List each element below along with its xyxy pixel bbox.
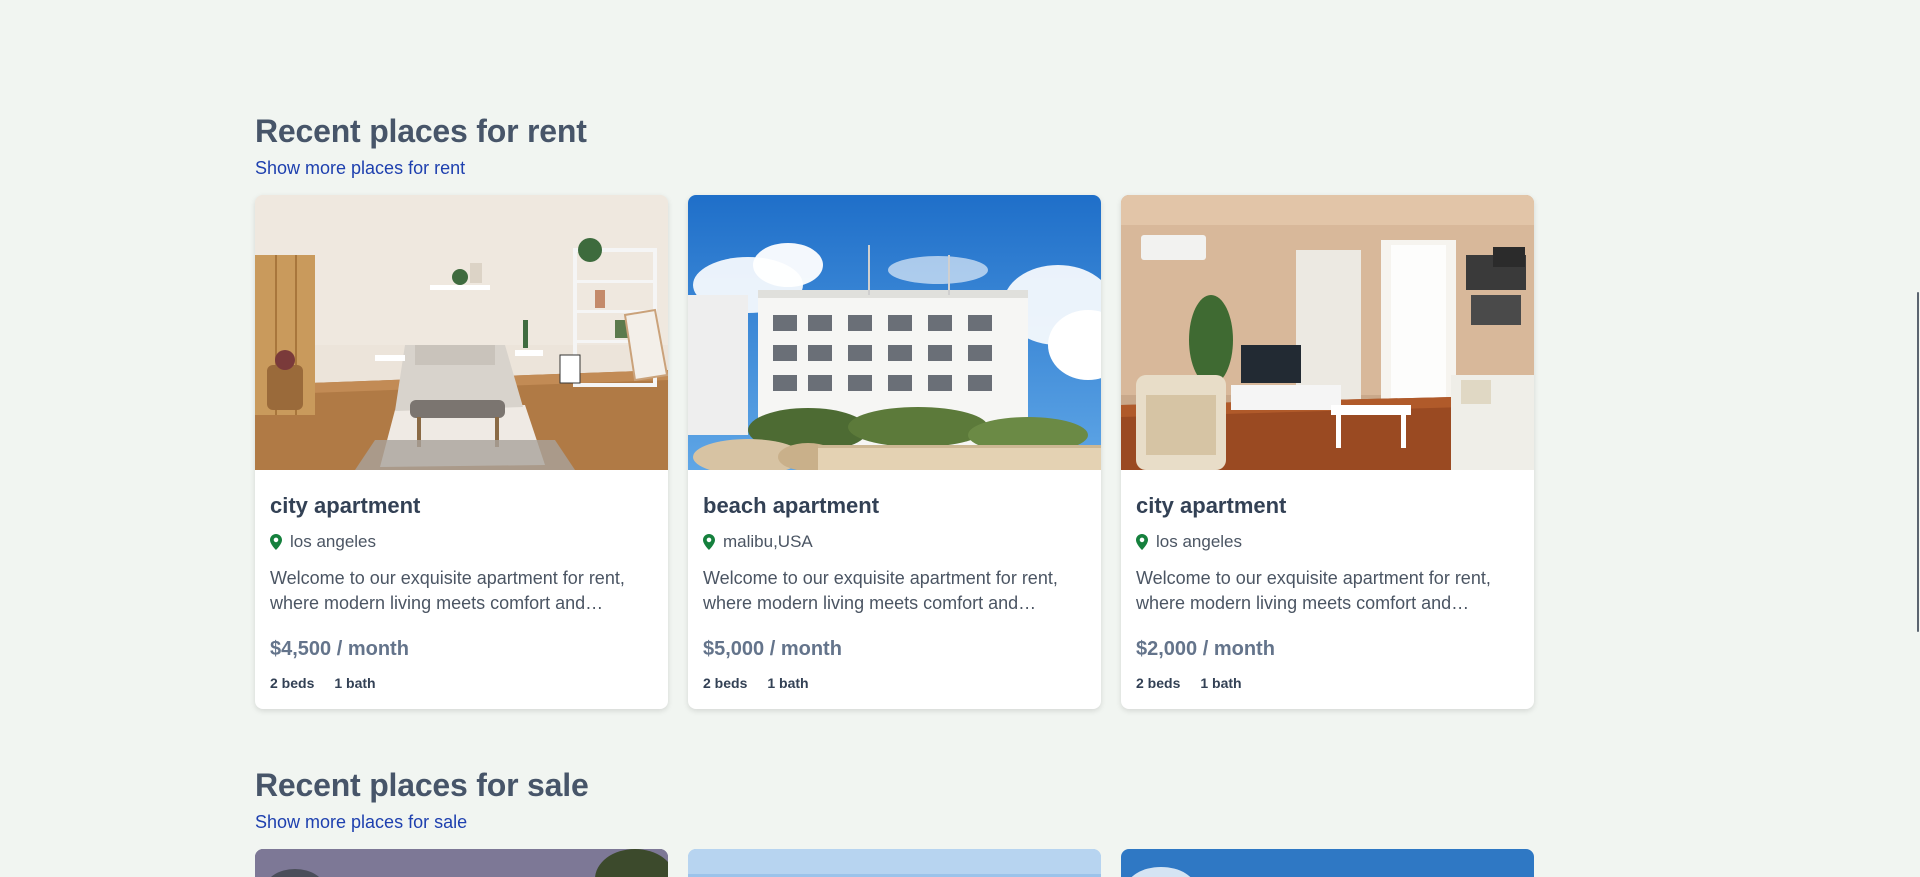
listing-body: beach apartment malibu,USA Welcome to ou…: [688, 470, 1101, 691]
location-pin-icon: [1136, 534, 1148, 550]
listing-baths: 1 bath: [334, 675, 376, 691]
listing-title[interactable]: city apartment: [270, 492, 653, 520]
sale-section: Recent places for sale Show more places …: [255, 762, 1535, 877]
listing-beds: 2 beds: [703, 675, 748, 691]
location-pin-icon: [703, 534, 715, 550]
listing-location: los angeles: [1136, 532, 1519, 552]
listing-photo: [1121, 195, 1534, 470]
scrollbar[interactable]: [1912, 0, 1920, 877]
listing-price: $2,000 / month: [1136, 638, 1275, 660]
listing-beds: 2 beds: [270, 675, 315, 691]
show-more-rent-link[interactable]: Show more places for rent: [255, 156, 465, 180]
listing-photo: [688, 849, 1101, 877]
listing-baths: 1 bath: [767, 675, 809, 691]
location-pin-icon: [270, 534, 282, 550]
show-more-sale-link[interactable]: Show more places for sale: [255, 810, 467, 834]
listing-beds: 2 beds: [1136, 675, 1181, 691]
listing-card[interactable]: [255, 849, 668, 877]
rent-section: Recent places for rent Show more places …: [255, 108, 1535, 709]
listing-photo: [688, 195, 1101, 470]
listing-photo: [255, 195, 668, 470]
listing-title[interactable]: beach apartment: [703, 492, 1086, 520]
listing-card[interactable]: city apartment los angeles Welcome to ou…: [1121, 195, 1534, 709]
sale-listings: [255, 849, 1534, 877]
sale-section-title: Recent places for sale: [255, 767, 589, 803]
listing-title[interactable]: city apartment: [1136, 492, 1519, 520]
listing-description: Welcome to our exquisite apartment for r…: [703, 568, 1058, 613]
listing-location-text: los angeles: [290, 532, 377, 551]
listing-price: $4,500 / month: [270, 638, 409, 660]
listing-card[interactable]: beach apartment malibu,USA Welcome to ou…: [688, 195, 1101, 709]
listing-specs: 2 beds 1 bath: [1136, 675, 1519, 691]
listing-description: Welcome to our exquisite apartment for r…: [270, 568, 625, 613]
listing-body: city apartment los angeles Welcome to ou…: [1121, 470, 1534, 691]
rent-listings: city apartment los angeles Welcome to ou…: [255, 195, 1534, 709]
listing-body: city apartment los angeles Welcome to ou…: [255, 470, 668, 691]
listing-photo: [1121, 849, 1534, 877]
listing-location-text: los angeles: [1156, 532, 1243, 551]
scrollbar-thumb[interactable]: [1917, 292, 1919, 632]
listing-card[interactable]: [688, 849, 1101, 877]
listing-location-text: malibu,USA: [723, 532, 813, 551]
listing-specs: 2 beds 1 bath: [703, 675, 1086, 691]
listing-location: los angeles: [270, 532, 653, 552]
listing-location: malibu,USA: [703, 532, 1086, 552]
listing-baths: 1 bath: [1200, 675, 1242, 691]
listing-description: Welcome to our exquisite apartment for r…: [1136, 568, 1491, 613]
page: Recent places for rent Show more places …: [0, 0, 1920, 877]
rent-section-title: Recent places for rent: [255, 113, 587, 149]
listing-photo: [255, 849, 668, 877]
listing-specs: 2 beds 1 bath: [270, 675, 653, 691]
listing-card[interactable]: city apartment los angeles Welcome to ou…: [255, 195, 668, 709]
listing-card[interactable]: [1121, 849, 1534, 877]
listing-price: $5,000 / month: [703, 638, 842, 660]
